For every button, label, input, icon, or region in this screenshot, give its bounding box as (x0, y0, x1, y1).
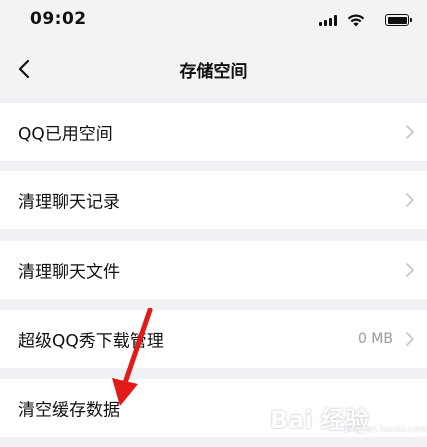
row-label: 超级QQ秀下载管理 (18, 331, 164, 352)
chevron-right-icon (406, 193, 414, 207)
row-value: 0 MB (357, 331, 393, 347)
row-label: QQ已用空间 (18, 124, 113, 145)
chevron-right-icon (406, 332, 414, 346)
row-label: 清理聊天文件 (18, 262, 120, 283)
status-icons (299, 13, 412, 27)
status-time: 09:02 (30, 9, 87, 29)
nav-bar: 存储空间 (0, 40, 427, 98)
signal-icon (319, 15, 337, 26)
row-clear-cache-data[interactable]: 清空缓存数据 (0, 379, 427, 437)
row-qq-used-space[interactable]: QQ已用空间 (0, 103, 427, 161)
row-clear-chat-files[interactable]: 清理聊天文件 (0, 241, 427, 299)
chevron-right-icon (406, 263, 414, 277)
battery-icon (385, 14, 412, 26)
wifi-icon (347, 14, 365, 27)
row-clear-chat-history[interactable]: 清理聊天记录 (0, 171, 427, 229)
row-super-qq-show-downloads[interactable]: 超级QQ秀下载管理 0 MB (0, 310, 427, 368)
page-title: 存储空间 (179, 62, 248, 82)
chevron-right-icon (406, 125, 414, 139)
row-label: 清理聊天记录 (18, 192, 120, 213)
status-bar: 09:02 (0, 0, 427, 40)
row-label: 清空缓存数据 (18, 400, 120, 421)
